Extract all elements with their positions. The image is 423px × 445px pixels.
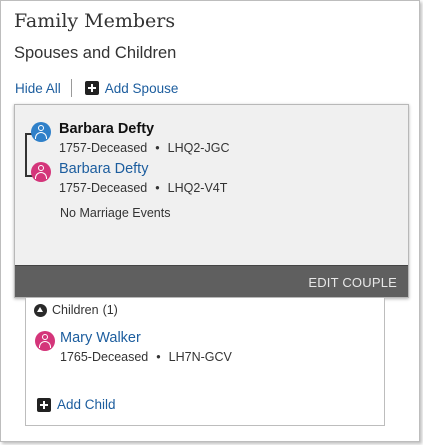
- male-person-icon: [31, 122, 51, 142]
- child-name-link[interactable]: Mary Walker: [60, 330, 141, 346]
- children-toggle[interactable]: Children (1): [34, 303, 118, 317]
- female-person-icon: [35, 331, 55, 351]
- collapse-arrow-icon: [34, 303, 47, 317]
- add-child-button[interactable]: Add Child: [37, 397, 116, 412]
- hide-all-link[interactable]: Hide All: [15, 81, 61, 96]
- child-lifespan: 1765-Deceased: [60, 350, 149, 364]
- divider: [70, 79, 72, 97]
- section-subtitle: Spouses and Children: [14, 44, 177, 62]
- children-card: Children (1) Mary Walker 1765-Deceased • L…: [25, 298, 385, 426]
- husband-meta: 1757-Deceased • LHQ2-JGC: [59, 141, 229, 155]
- wife-id: LHQ2-V4T: [167, 181, 228, 195]
- plus-icon: [84, 81, 99, 95]
- separator-dot: •: [156, 350, 161, 364]
- wife-meta: 1757-Deceased • LHQ2-V4T: [59, 181, 227, 195]
- add-spouse-label: Add Spouse: [104, 80, 179, 96]
- children-label: Children: [52, 303, 99, 317]
- separator-dot: •: [155, 141, 160, 155]
- husband-lifespan: 1757-Deceased: [59, 141, 148, 155]
- plus-icon: [37, 397, 51, 412]
- husband-id: LHQ2-JGC: [167, 141, 230, 155]
- female-person-icon: [31, 162, 51, 182]
- edit-couple-button[interactable]: EDIT COUPLE: [308, 275, 397, 290]
- add-child-label: Add Child: [57, 397, 116, 412]
- separator-dot: •: [155, 181, 160, 195]
- husband-name[interactable]: Barbara Defty: [59, 121, 154, 137]
- edit-couple-bar: EDIT COUPLE: [15, 265, 408, 297]
- family-members-panel: Family Members Spouses and Children Hide…: [0, 0, 420, 442]
- section-title: Family Members: [14, 10, 176, 32]
- children-count: (1): [102, 303, 118, 317]
- couple-card: Barbara Defty 1757-Deceased • LHQ2-JGC Bar…: [14, 104, 409, 298]
- actions-bar: Hide All Add Spouse: [15, 78, 178, 98]
- child-meta: 1765-Deceased • LH7N-GCV: [60, 350, 232, 364]
- wife-lifespan: 1757-Deceased: [59, 181, 148, 195]
- wife-name-link[interactable]: Barbara Defty: [59, 161, 148, 177]
- marriage-events-text: No Marriage Events: [60, 206, 171, 220]
- child-id: LH7N-GCV: [168, 350, 232, 364]
- add-spouse-button[interactable]: Add Spouse: [84, 80, 179, 96]
